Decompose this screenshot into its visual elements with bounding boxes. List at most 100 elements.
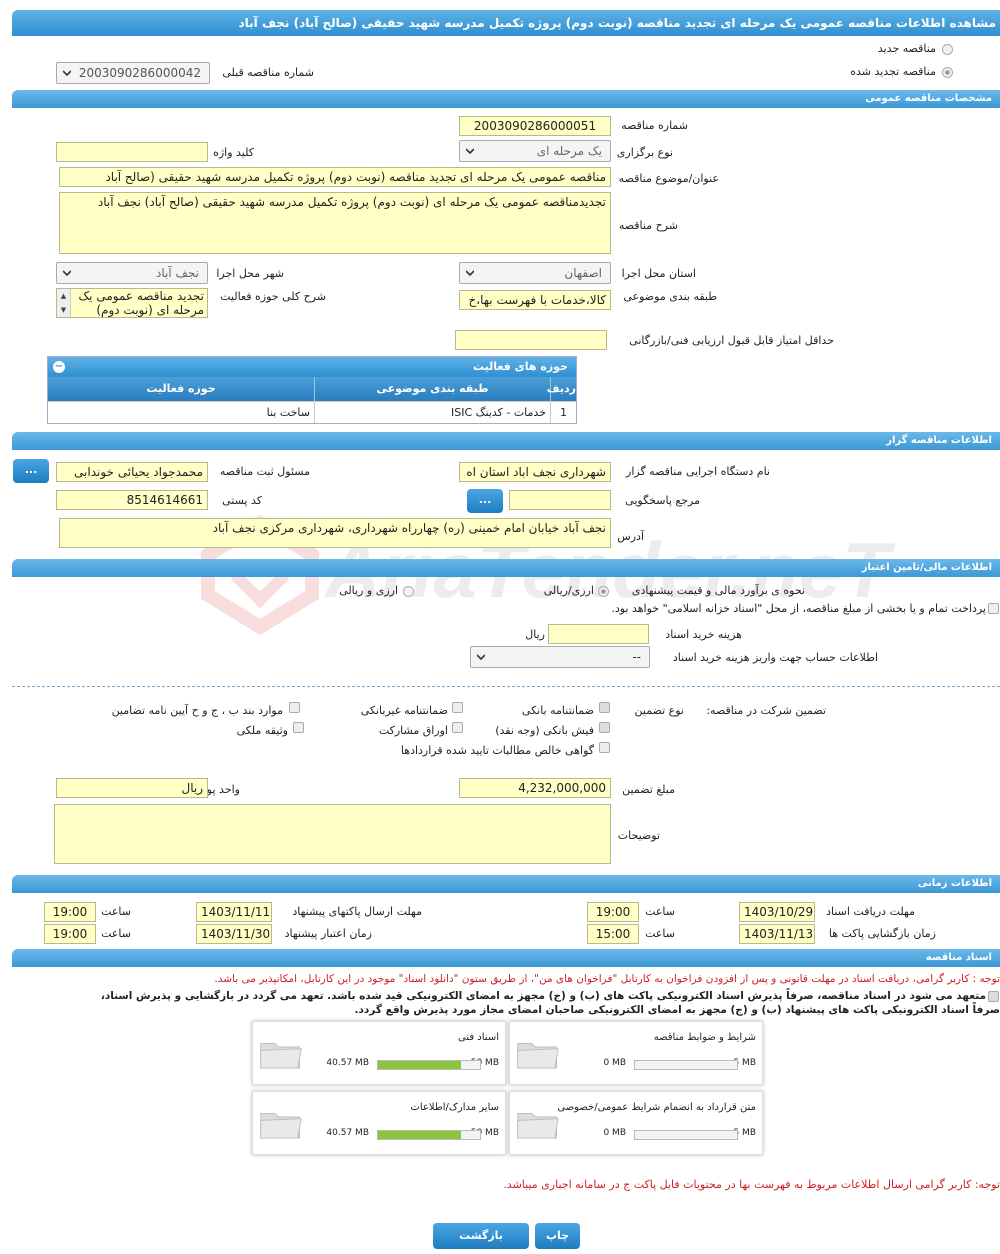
estimate-label: نحوه ی برآورد مالی و قیمت پیشنهادی bbox=[631, 584, 805, 597]
bank-guarantee-label: ضمانتنامه بانکی bbox=[521, 704, 594, 717]
city-label: شهر محل اجرا bbox=[216, 267, 284, 280]
timing-section-header: اطلاعات زمانی bbox=[12, 875, 1000, 893]
keyword-field[interactable] bbox=[56, 142, 208, 162]
chevron-down-icon bbox=[466, 148, 474, 155]
property-label: وثیقه ملکی bbox=[236, 724, 288, 737]
guarantee-label: تضمین شرکت در مناقصه: bbox=[706, 704, 826, 717]
city-select[interactable]: نجف آباد bbox=[56, 262, 208, 284]
registrar-field[interactable]: محمدجواد یحیائی خوندابی bbox=[56, 462, 208, 482]
address-field[interactable]: نجف آباد خیابان امام خمینی (ره) چهارراه … bbox=[59, 518, 611, 548]
activity-table-title-bar: حوزه های فعالیت − bbox=[48, 357, 576, 377]
chevron-down-icon bbox=[63, 70, 71, 77]
submit-time-label: ساعت bbox=[101, 905, 131, 918]
folder-icon bbox=[517, 1113, 559, 1139]
document-used-size: 0 MB bbox=[603, 1128, 626, 1138]
submit-date[interactable]: 1403/11/11 bbox=[196, 902, 272, 922]
doc-cost-field[interactable] bbox=[548, 624, 649, 644]
rial-currency-radio[interactable] bbox=[598, 586, 609, 597]
treasury-checkbox[interactable] bbox=[988, 603, 999, 614]
treasury-note: پرداخت تمام و یا بخشی از مبلغ مناقصه، از… bbox=[611, 602, 986, 615]
property-checkbox[interactable] bbox=[293, 722, 304, 733]
submit-time[interactable]: 19:00 bbox=[44, 902, 96, 922]
bank-guarantee-checkbox[interactable] bbox=[599, 702, 610, 713]
category-field[interactable]: کالا،خدمات با فهرست بها،خ bbox=[459, 290, 611, 310]
doc-cost-unit: ریال bbox=[525, 628, 545, 641]
doc-cost-label: هزینه خرید اسناد bbox=[665, 628, 742, 641]
validity-date[interactable]: 1403/11/30 bbox=[196, 924, 272, 944]
notes-label: توضیحات bbox=[617, 829, 660, 842]
document-progress-bar bbox=[377, 1060, 481, 1070]
collapse-icon[interactable]: − bbox=[53, 361, 65, 373]
currency-field[interactable]: ریال bbox=[56, 778, 208, 798]
registrar-label: مسئول ثبت مناقصه bbox=[219, 465, 310, 478]
description-field[interactable]: تجدیدمناقصه عمومی یک مرحله ای (نوبت دوم)… bbox=[59, 192, 611, 254]
registrar-more-button[interactable]: ... bbox=[13, 459, 49, 483]
org-name-label: نام دستگاه اجرایی مناقصه گزار bbox=[626, 465, 770, 478]
print-button[interactable]: چاپ bbox=[535, 1223, 580, 1249]
pledge-checkbox[interactable] bbox=[988, 991, 999, 1002]
holding-type-select[interactable]: یک مرحله ای bbox=[459, 140, 611, 162]
document-card-title: اسناد فنی bbox=[458, 1032, 499, 1043]
nonbank-guarantee-checkbox[interactable] bbox=[452, 702, 463, 713]
activity-table: حوزه های فعالیت − ردیف طبقه بندی موضوعی … bbox=[47, 356, 577, 424]
doc-receive-time[interactable]: 19:00 bbox=[587, 902, 639, 922]
document-progress-bar bbox=[634, 1060, 738, 1070]
min-score-field[interactable] bbox=[455, 330, 607, 350]
opening-time-label: ساعت bbox=[645, 927, 675, 940]
address-label: آدرس bbox=[617, 530, 644, 543]
documents-note: توجه : کاربر گرامی، دریافت اسناد در مهلت… bbox=[214, 973, 1000, 985]
document-card[interactable]: متن قرارداد به انضمام شرایط عمومی/خصوصی 5… bbox=[509, 1091, 763, 1155]
province-select[interactable]: اصفهان bbox=[459, 262, 611, 284]
document-progress-bar bbox=[634, 1130, 738, 1140]
bank-receipt-checkbox[interactable] bbox=[599, 722, 610, 733]
folder-icon bbox=[260, 1043, 302, 1069]
doc-receive-date[interactable]: 1403/10/29 bbox=[739, 902, 815, 922]
opening-date[interactable]: 1403/11/13 bbox=[739, 924, 815, 944]
documents-section-header: اسناد مناقصه bbox=[12, 949, 1000, 967]
prev-number-select[interactable]: 2003090286000042 bbox=[56, 62, 210, 84]
general-section-header: مشخصات مناقصه عمومی bbox=[12, 90, 1000, 108]
document-used-size: 0 MB bbox=[603, 1058, 626, 1068]
new-tender-radio[interactable] bbox=[942, 44, 953, 55]
document-card[interactable]: شرایط و ضوابط مناقصه 5 MB 0 MB bbox=[509, 1021, 763, 1085]
rules-items-checkbox[interactable] bbox=[289, 702, 300, 713]
min-score-label: حداقل امتیاز قابل قبول ارزیابی فنی/بازرگ… bbox=[629, 334, 834, 347]
ref-label: مرجع پاسخگویی bbox=[625, 494, 700, 507]
account-select[interactable]: -- bbox=[470, 646, 650, 668]
doc-receive-time-label: ساعت bbox=[645, 905, 675, 918]
divider bbox=[12, 686, 1000, 687]
document-progress-fill bbox=[378, 1131, 461, 1139]
org-name-field[interactable]: شهرداری نجف اباد استان اه bbox=[459, 462, 611, 482]
rial-currency-label: ارزی/ریالی bbox=[543, 584, 594, 597]
document-card[interactable]: سایر مدارک/اطلاعات 50 MB 40.57 MB bbox=[252, 1091, 506, 1155]
guarantee-amount-label: مبلغ تضمین bbox=[622, 783, 675, 796]
activity-desc-field[interactable]: تجدید مناقصه عمومی یک مرحله ای (نوبت دوم… bbox=[56, 288, 208, 318]
nonbank-guarantee-label: ضمانتنامه غیربانکی bbox=[360, 704, 448, 717]
ref-field[interactable] bbox=[509, 490, 611, 510]
postal-field[interactable]: 8514614661 bbox=[56, 490, 208, 510]
validity-time[interactable]: 19:00 bbox=[44, 924, 96, 944]
opening-time[interactable]: 15:00 bbox=[587, 924, 639, 944]
renewed-tender-radio[interactable] bbox=[942, 67, 953, 78]
notes-field[interactable] bbox=[54, 804, 611, 864]
back-button[interactable]: بازگشت bbox=[433, 1223, 529, 1249]
bank-receipt-label: فیش بانکی (وجه نقد) bbox=[495, 724, 594, 737]
ref-more-button[interactable]: ... bbox=[467, 489, 503, 513]
net-claims-checkbox[interactable] bbox=[599, 742, 610, 753]
currency-rial-label: ارزی و ریالی bbox=[339, 584, 398, 597]
province-label: استان محل اجرا bbox=[621, 267, 696, 280]
document-card[interactable]: اسناد فنی 50 MB 40.57 MB bbox=[252, 1021, 506, 1085]
keyword-label: کلید واژه bbox=[213, 146, 254, 159]
validity-label: زمان اعتبار پیشنهاد bbox=[284, 927, 372, 940]
table-row[interactable]: 1 خدمات - کدینگ ISIC ساخت بنا bbox=[48, 401, 576, 423]
subject-field[interactable]: مناقصه عمومی یک مرحله ای تجدید مناقصه (ن… bbox=[59, 167, 611, 187]
document-progress-bar bbox=[377, 1130, 481, 1140]
holding-type-label: نوع برگزاری bbox=[616, 146, 673, 159]
bonds-checkbox[interactable] bbox=[452, 722, 463, 733]
activity-desc-scrollbar[interactable]: ▲ ▼ bbox=[57, 289, 71, 317]
guarantee-amount-field[interactable]: 4,232,000,000 bbox=[459, 778, 611, 798]
tender-number-label: شماره مناقصه bbox=[621, 119, 688, 132]
tender-number-field[interactable]: 2003090286000051 bbox=[459, 116, 611, 136]
currency-rial-radio[interactable] bbox=[403, 586, 414, 597]
prev-number-label: شماره مناقصه قبلی bbox=[222, 66, 314, 79]
